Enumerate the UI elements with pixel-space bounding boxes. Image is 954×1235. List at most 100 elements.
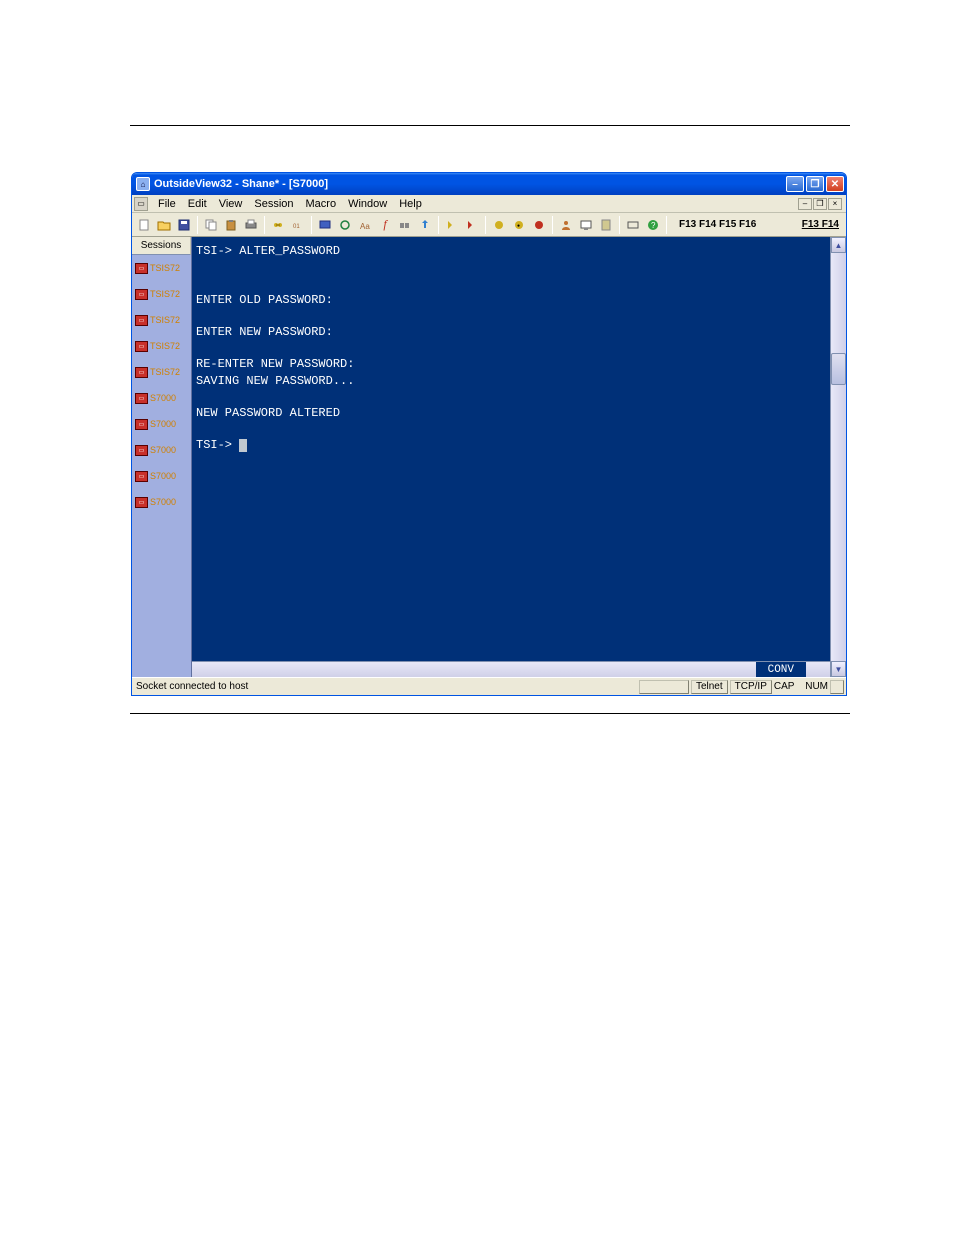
user-icon[interactable] xyxy=(557,216,575,234)
svg-text:01: 01 xyxy=(293,224,300,230)
paste-icon[interactable] xyxy=(222,216,240,234)
workspace: Sessions ▭TSIS72 ▭TSIS72 ▭TSIS72 ▭TSIS72… xyxy=(132,237,846,677)
session-item[interactable]: ▭TSIS72 xyxy=(132,359,191,385)
mdi-close-button[interactable]: × xyxy=(828,198,842,210)
session-label: S7000 xyxy=(150,419,176,429)
session-item[interactable]: ▭S7000 xyxy=(132,411,191,437)
menu-window[interactable]: Window xyxy=(342,197,393,211)
toolbar-separator xyxy=(485,216,486,234)
terminal-container: TSI-> ALTER_PASSWORD ENTER OLD PASSWORD:… xyxy=(192,237,846,677)
open-icon[interactable] xyxy=(155,216,173,234)
settings-icon[interactable]: 01 xyxy=(289,216,307,234)
status-message: Socket connected to host xyxy=(132,681,639,692)
session-item[interactable]: ▭TSIS72 xyxy=(132,333,191,359)
terminal-icon: ▭ xyxy=(135,289,148,300)
save-icon[interactable] xyxy=(175,216,193,234)
scroll-thumb[interactable] xyxy=(831,353,846,385)
session-item[interactable]: ▭S7000 xyxy=(132,463,191,489)
titlebar-text: OutsideView32 - Shane* - [S7000] xyxy=(154,178,786,190)
svg-text:Aa: Aa xyxy=(360,222,370,231)
session-label: TSIS72 xyxy=(150,263,180,273)
session-item[interactable]: ▭TSIS72 xyxy=(132,307,191,333)
horizontal-scrollbar[interactable]: CONV xyxy=(192,661,830,677)
menu-session[interactable]: Session xyxy=(248,197,299,211)
session-item[interactable]: ▭TSIS72 xyxy=(132,281,191,307)
macro-a-icon[interactable] xyxy=(490,216,508,234)
terminal-icon: ▭ xyxy=(135,471,148,482)
status-caps: CAP xyxy=(774,681,795,692)
toolbar-separator xyxy=(264,216,265,234)
mdi-restore-button[interactable]: ❐ xyxy=(813,198,827,210)
menu-file[interactable]: File xyxy=(152,197,182,211)
toolbar-separator xyxy=(311,216,312,234)
page-rule-bottom xyxy=(130,713,850,714)
session-item[interactable]: ▭TSIS72 xyxy=(132,255,191,281)
session-label: S7000 xyxy=(150,393,176,403)
vertical-scrollbar[interactable]: ▲ ▼ xyxy=(830,237,846,677)
fkeys-left-label[interactable]: F13 F14 F15 F16 xyxy=(675,219,760,230)
hscroll-track[interactable]: CONV xyxy=(192,662,830,677)
menu-macro[interactable]: Macro xyxy=(300,197,343,211)
close-button[interactable]: ✕ xyxy=(826,176,844,192)
svg-text:?: ? xyxy=(651,221,656,230)
toolbar-separator xyxy=(197,216,198,234)
menu-help[interactable]: Help xyxy=(393,197,428,211)
macro-c-icon[interactable] xyxy=(530,216,548,234)
session-label: TSIS72 xyxy=(150,341,180,351)
scroll-down-button[interactable]: ▼ xyxy=(831,661,846,677)
status-num: NUM xyxy=(805,681,828,692)
terminal-icon: ▭ xyxy=(135,367,148,378)
session-label: TSIS72 xyxy=(150,315,180,325)
application-window: ⌂ OutsideView32 - Shane* - [S7000] – ❐ ✕… xyxy=(131,172,847,696)
session-item[interactable]: ▭S7000 xyxy=(132,437,191,463)
page-rule-top xyxy=(130,125,850,126)
session-label: TSIS72 xyxy=(150,289,180,299)
document-icon[interactable]: ▭ xyxy=(134,197,148,211)
menubar: ▭ File Edit View Session Macro Window He… xyxy=(132,195,846,213)
keys-icon[interactable] xyxy=(396,216,414,234)
session-label: S7000 xyxy=(150,445,176,455)
status-connection: Telnet xyxy=(691,680,728,694)
copy-icon[interactable] xyxy=(202,216,220,234)
session-label: S7000 xyxy=(150,471,176,481)
scroll-up-button[interactable]: ▲ xyxy=(831,237,846,253)
toolbar-separator xyxy=(619,216,620,234)
function-icon[interactable]: f xyxy=(376,216,394,234)
font-icon[interactable]: Aa xyxy=(356,216,374,234)
minimize-button[interactable]: – xyxy=(786,176,804,192)
rect-icon[interactable] xyxy=(624,216,642,234)
status-grip[interactable] xyxy=(830,680,844,694)
terminal-icon: ▭ xyxy=(135,341,148,352)
connect-icon[interactable] xyxy=(269,216,287,234)
cursor xyxy=(239,439,247,452)
macro-b-icon[interactable]: ● xyxy=(510,216,528,234)
restore-button[interactable]: ❐ xyxy=(806,176,824,192)
mdi-minimize-button[interactable]: – xyxy=(798,198,812,210)
session-item[interactable]: ▭S7000 xyxy=(132,489,191,515)
sessions-panel: Sessions ▭TSIS72 ▭TSIS72 ▭TSIS72 ▭TSIS72… xyxy=(132,237,192,677)
menu-edit[interactable]: Edit xyxy=(182,197,213,211)
sessions-header[interactable]: Sessions xyxy=(132,237,191,255)
terminal[interactable]: TSI-> ALTER_PASSWORD ENTER OLD PASSWORD:… xyxy=(192,237,830,677)
new-icon[interactable] xyxy=(135,216,153,234)
screen-icon[interactable] xyxy=(316,216,334,234)
pc-icon[interactable] xyxy=(597,216,615,234)
menu-view[interactable]: View xyxy=(213,197,249,211)
terminal-icon: ▭ xyxy=(135,315,148,326)
fkeys-right-label[interactable]: F13 F14 xyxy=(798,219,843,230)
upload-icon[interactable] xyxy=(416,216,434,234)
loop-icon[interactable] xyxy=(336,216,354,234)
terminal-icon: ▭ xyxy=(135,393,148,404)
run-a-icon[interactable] xyxy=(443,216,461,234)
toolbar: 01 Aa f ● ? F13 F14 F15 F16 F13 F14 xyxy=(132,213,846,237)
app-icon: ⌂ xyxy=(136,177,150,191)
scroll-track[interactable] xyxy=(831,253,846,661)
run-b-icon[interactable] xyxy=(463,216,481,234)
session-item[interactable]: ▭S7000 xyxy=(132,385,191,411)
terminal-icon: ▭ xyxy=(135,445,148,456)
toolbar-separator xyxy=(438,216,439,234)
print-icon[interactable] xyxy=(242,216,260,234)
titlebar[interactable]: ⌂ OutsideView32 - Shane* - [S7000] – ❐ ✕ xyxy=(132,173,846,195)
help-icon[interactable]: ? xyxy=(644,216,662,234)
monitor-icon[interactable] xyxy=(577,216,595,234)
